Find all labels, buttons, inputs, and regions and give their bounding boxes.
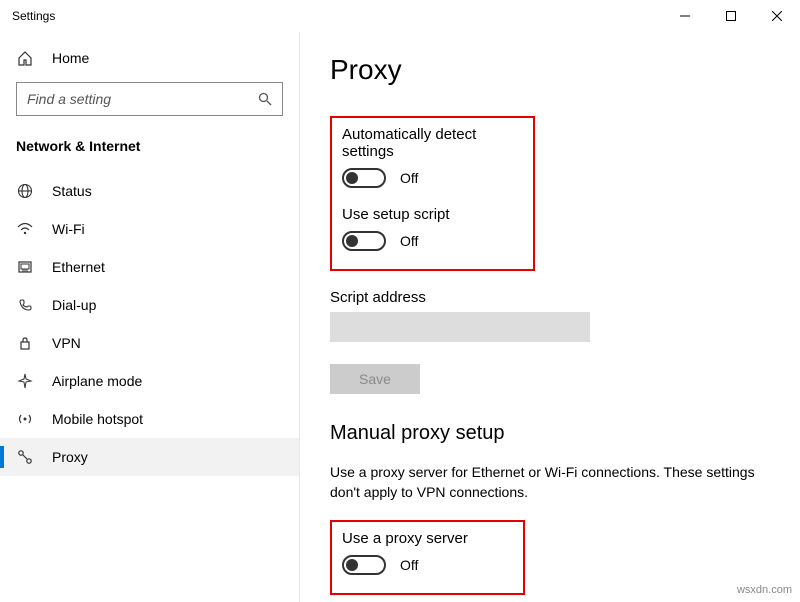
wifi-icon (16, 221, 34, 237)
window-title: Settings (12, 9, 55, 23)
search-input[interactable] (27, 91, 258, 107)
globe-icon (16, 183, 34, 199)
dialup-icon (16, 297, 34, 313)
save-button: Save (330, 364, 420, 394)
use-script-label: Use setup script (342, 206, 523, 223)
close-button[interactable] (754, 0, 800, 32)
titlebar: Settings (0, 0, 800, 32)
search-box[interactable] (16, 82, 283, 116)
proxy-icon (16, 449, 34, 465)
ethernet-icon (16, 259, 34, 275)
hotspot-icon (16, 411, 34, 427)
manual-description: Use a proxy server for Ethernet or Wi-Fi… (330, 463, 772, 502)
sidebar-item-label: VPN (52, 335, 81, 351)
sidebar-item-dialup[interactable]: Dial-up (0, 286, 299, 324)
sidebar-item-label: Airplane mode (52, 373, 142, 389)
manual-section-title: Manual proxy setup (330, 422, 772, 445)
watermark: wsxdn.com (737, 584, 792, 596)
use-proxy-label: Use a proxy server (342, 530, 513, 547)
sidebar-item-label: Wi-Fi (52, 221, 85, 237)
content-area: Proxy Automatically detect settings Off … (300, 32, 800, 602)
sidebar-item-label: Mobile hotspot (52, 411, 143, 427)
vpn-icon (16, 335, 34, 351)
use-proxy-toggle[interactable] (342, 555, 386, 575)
sidebar-item-label: Proxy (52, 449, 88, 465)
use-proxy-highlight: Use a proxy server Off (330, 520, 525, 595)
sidebar-item-proxy[interactable]: Proxy (0, 438, 299, 476)
airplane-icon (16, 373, 34, 389)
sidebar-item-hotspot[interactable]: Mobile hotspot (0, 400, 299, 438)
maximize-button[interactable] (708, 0, 754, 32)
search-icon (258, 92, 272, 106)
home-label: Home (52, 50, 89, 66)
auto-detect-toggle[interactable] (342, 168, 386, 188)
sidebar-item-label: Status (52, 183, 92, 199)
sidebar-item-airplane[interactable]: Airplane mode (0, 362, 299, 400)
auto-detect-state: Off (400, 170, 418, 186)
category-header: Network & Internet (0, 132, 299, 172)
sidebar: Home Network & Internet Status Wi-Fi Eth… (0, 32, 300, 602)
auto-detect-label: Automatically detect settings (342, 126, 523, 160)
auto-setup-highlight: Automatically detect settings Off Use se… (330, 116, 535, 271)
minimize-button[interactable] (662, 0, 708, 32)
page-title: Proxy (330, 54, 772, 86)
script-address-label: Script address (330, 289, 772, 306)
sidebar-item-vpn[interactable]: VPN (0, 324, 299, 362)
caption-buttons (662, 0, 800, 32)
use-script-state: Off (400, 233, 418, 249)
use-script-toggle[interactable] (342, 231, 386, 251)
home-icon (16, 50, 34, 66)
sidebar-item-status[interactable]: Status (0, 172, 299, 210)
home-button[interactable]: Home (0, 40, 299, 76)
script-address-input (330, 312, 590, 342)
sidebar-item-label: Ethernet (52, 259, 105, 275)
use-proxy-state: Off (400, 557, 418, 573)
sidebar-item-ethernet[interactable]: Ethernet (0, 248, 299, 286)
sidebar-item-label: Dial-up (52, 297, 96, 313)
sidebar-item-wifi[interactable]: Wi-Fi (0, 210, 299, 248)
